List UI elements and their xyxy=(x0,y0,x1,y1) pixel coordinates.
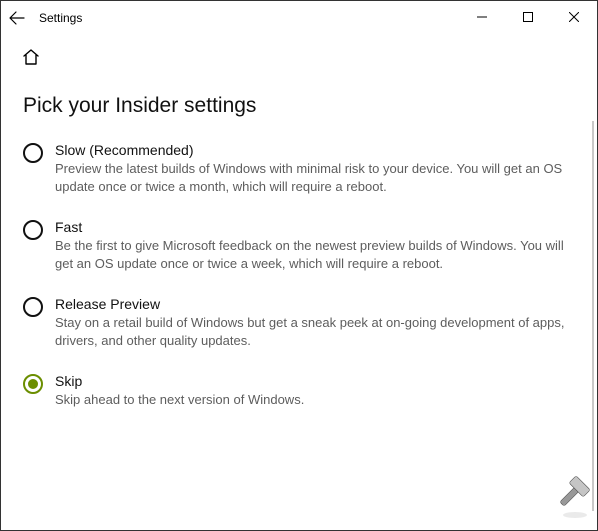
insider-option-slow[interactable]: Slow (Recommended) Preview the latest bu… xyxy=(23,142,569,195)
home-row xyxy=(1,35,597,72)
option-title: Release Preview xyxy=(55,296,569,312)
option-title: Slow (Recommended) xyxy=(55,142,569,158)
titlebar: Settings xyxy=(1,1,597,35)
page-title: Pick your Insider settings xyxy=(23,94,569,118)
app-title: Settings xyxy=(39,11,82,25)
option-texts: Fast Be the first to give Microsoft feed… xyxy=(55,219,569,272)
insider-option-fast[interactable]: Fast Be the first to give Microsoft feed… xyxy=(23,219,569,272)
radio-release-preview[interactable] xyxy=(23,297,43,317)
maximize-button[interactable] xyxy=(505,1,551,33)
radio-outline-icon xyxy=(23,220,43,240)
radio-fast[interactable] xyxy=(23,220,43,240)
radio-outline-icon xyxy=(23,143,43,163)
option-desc: Stay on a retail build of Windows but ge… xyxy=(55,314,569,349)
close-button[interactable] xyxy=(551,1,597,33)
option-texts: Release Preview Stay on a retail build o… xyxy=(55,296,569,349)
back-button[interactable] xyxy=(9,10,25,26)
minimize-button[interactable] xyxy=(459,1,505,33)
scrollbar[interactable] xyxy=(592,121,594,511)
option-texts: Skip Skip ahead to the next version of W… xyxy=(55,373,569,409)
radio-outline-icon xyxy=(23,297,43,317)
insider-option-skip[interactable]: Skip Skip ahead to the next version of W… xyxy=(23,373,569,409)
option-title: Fast xyxy=(55,219,569,235)
home-icon xyxy=(21,47,41,67)
radio-dot-icon xyxy=(28,379,38,389)
radio-selected-icon xyxy=(23,374,43,394)
content-area: Pick your Insider settings Slow (Recomme… xyxy=(1,72,597,409)
radio-slow[interactable] xyxy=(23,143,43,163)
hammer-icon xyxy=(547,475,591,519)
maximize-icon xyxy=(523,12,533,22)
arrow-left-icon xyxy=(9,10,25,26)
close-icon xyxy=(569,12,579,22)
watermark xyxy=(547,475,591,524)
option-desc: Skip ahead to the next version of Window… xyxy=(55,391,569,409)
option-desc: Be the first to give Microsoft feedback … xyxy=(55,237,569,272)
radio-skip[interactable] xyxy=(23,374,43,394)
minimize-icon xyxy=(477,12,487,22)
home-button[interactable] xyxy=(21,54,41,71)
option-desc: Preview the latest builds of Windows wit… xyxy=(55,160,569,195)
window-controls xyxy=(459,1,597,33)
option-texts: Slow (Recommended) Preview the latest bu… xyxy=(55,142,569,195)
option-title: Skip xyxy=(55,373,569,389)
settings-window: Settings Pick your Insider settings xyxy=(0,0,598,531)
insider-option-release-preview[interactable]: Release Preview Stay on a retail build o… xyxy=(23,296,569,349)
titlebar-left: Settings xyxy=(9,10,82,26)
